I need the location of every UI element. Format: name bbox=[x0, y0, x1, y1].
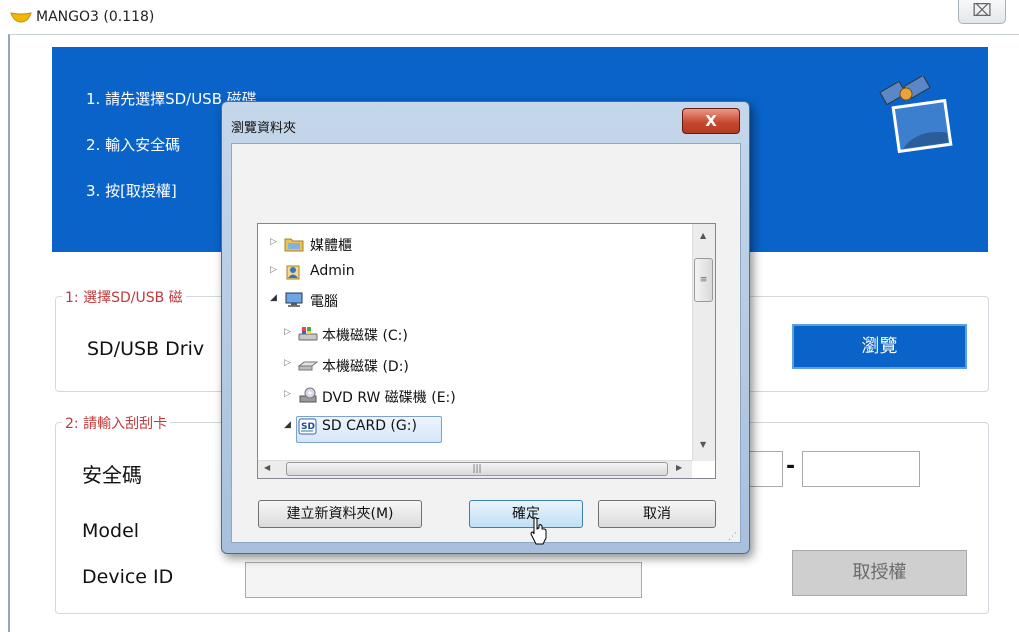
security-code-field-3[interactable] bbox=[748, 451, 783, 487]
security-code-dash: - bbox=[786, 454, 796, 479]
expand-arrow-icon[interactable]: ▷ bbox=[270, 265, 277, 275]
cancel-button[interactable]: 取消 bbox=[598, 500, 716, 528]
tree-item-label: 電腦 bbox=[310, 294, 338, 310]
step-3-text: 3. 按[取授權] bbox=[86, 182, 177, 200]
security-code-field-4[interactable] bbox=[802, 451, 920, 487]
new-folder-button[interactable]: 建立新資料夾(M) bbox=[258, 500, 422, 528]
window-close-button[interactable]: ⌧ bbox=[958, 0, 1006, 24]
sd-card-icon: SD bbox=[298, 418, 317, 435]
drive-select-legend: 1: 選擇SD/USB 磁 bbox=[62, 287, 186, 307]
mouse-pointer-icon bbox=[530, 517, 547, 545]
library-icon bbox=[284, 238, 304, 252]
user-folder-icon bbox=[286, 265, 300, 280]
dialog-close-button[interactable]: X bbox=[682, 108, 740, 134]
tree-item-label: SD CARD (G:) bbox=[322, 418, 417, 434]
security-code-label: 安全碼 bbox=[82, 463, 142, 487]
scroll-down-icon[interactable]: ▼ bbox=[700, 440, 706, 449]
app-logo-icon bbox=[10, 12, 32, 23]
deauthorize-button[interactable]: 取授權 bbox=[792, 550, 967, 596]
device-id-field[interactable] bbox=[245, 562, 642, 598]
hard-drive-icon bbox=[298, 361, 318, 371]
window-title: MANGO3 (0.118) bbox=[36, 9, 155, 25]
satellite-map-icon bbox=[879, 76, 953, 154]
expand-arrow-icon[interactable]: ▷ bbox=[284, 358, 291, 368]
browse-button[interactable]: 瀏覽 bbox=[792, 324, 967, 369]
tree-item-label: Admin bbox=[310, 263, 355, 279]
dialog-title: 瀏覽資料夾 bbox=[231, 121, 297, 136]
ok-button[interactable]: 確定 bbox=[469, 500, 583, 528]
collapse-arrow-icon[interactable]: ◢ bbox=[284, 420, 291, 430]
step-2-text: 2. 輸入安全碼 bbox=[86, 136, 181, 154]
scroll-up-icon[interactable]: ▲ bbox=[700, 231, 706, 240]
windows-drive-icon bbox=[298, 327, 318, 341]
tree-item-label: 本機磁碟 (D:) bbox=[322, 359, 409, 375]
resize-grip-icon[interactable]: ⋰ bbox=[728, 532, 737, 542]
expand-arrow-icon[interactable]: ▷ bbox=[284, 389, 291, 399]
tree-item-label: DVD RW 磁碟機 (E:) bbox=[322, 390, 456, 406]
vertical-scroll-thumb[interactable]: ≡ bbox=[694, 258, 713, 302]
dvd-drive-icon bbox=[299, 387, 317, 403]
computer-icon bbox=[285, 292, 303, 307]
horizontal-scroll-thumb[interactable]: ||| bbox=[286, 462, 668, 476]
tree-item-label: 媒體櫃 bbox=[310, 238, 352, 254]
drive-label: SD/USB Driv bbox=[87, 338, 205, 360]
expand-arrow-icon[interactable]: ▷ bbox=[270, 237, 277, 247]
scroll-left-icon[interactable]: ◀ bbox=[264, 463, 270, 472]
expand-arrow-icon[interactable]: ▷ bbox=[284, 327, 291, 337]
tree-item-label: 本機磁碟 (C:) bbox=[322, 328, 408, 344]
scroll-right-icon[interactable]: ▶ bbox=[676, 463, 682, 472]
device-id-label: Device ID bbox=[82, 566, 174, 588]
model-label: Model bbox=[82, 520, 140, 542]
scratch-card-legend: 2: 請輸入刮刮卡 bbox=[62, 413, 171, 433]
collapse-arrow-icon[interactable]: ◢ bbox=[270, 293, 277, 303]
